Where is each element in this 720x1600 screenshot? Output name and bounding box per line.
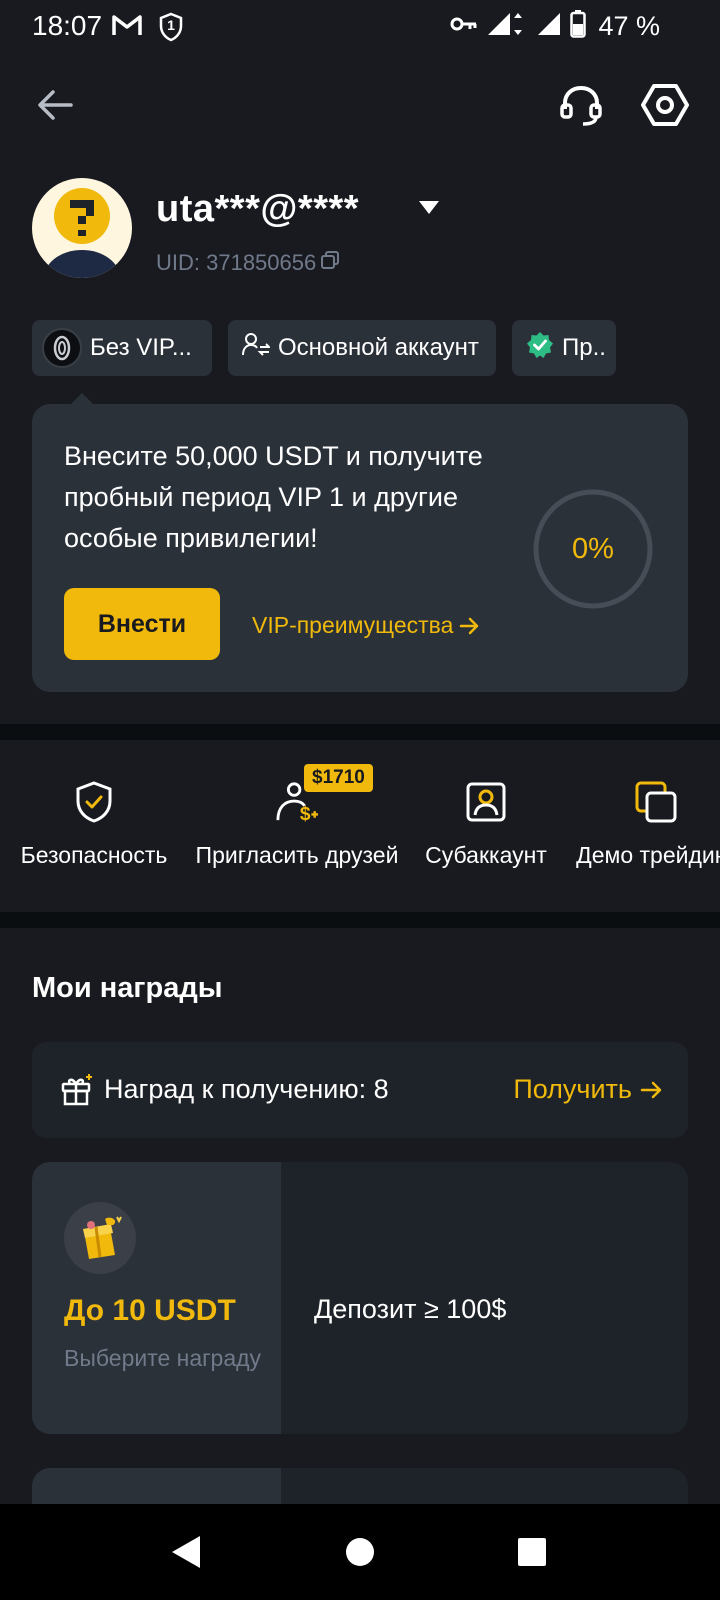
hexagon-settings-icon: [641, 84, 689, 126]
verified-check-icon: [526, 331, 554, 366]
invite-label: Пригласить друзей: [195, 842, 399, 868]
nav-home-button[interactable]: [340, 1532, 380, 1572]
signal-icon: [486, 11, 528, 42]
settings-button[interactable]: [640, 80, 690, 130]
status-bar: 18:07 1 47 %: [0, 0, 720, 56]
reward-condition: Депозит ≥ 100$: [314, 1294, 507, 1324]
gift-icon: [60, 1072, 94, 1111]
demo-trading-icon: [634, 780, 678, 824]
chip-account[interactable]: Основной аккаунт: [228, 320, 496, 376]
copy-icon[interactable]: [320, 250, 340, 276]
chip-verified-label: Пр..: [562, 334, 606, 361]
status-time: 18:07: [32, 10, 103, 41]
support-button[interactable]: [556, 80, 606, 130]
chip-account-label: Основной аккаунт: [278, 334, 479, 361]
vpn-key-icon: [450, 16, 478, 37]
shield-number: 1: [167, 17, 175, 33]
shield-number-icon: 1: [158, 12, 184, 42]
chip-vip-label: Без VIP...: [90, 334, 192, 361]
status-system-icons: 47 %: [450, 10, 660, 43]
status-notification-icons: 1: [112, 12, 184, 42]
arrow-left-icon: [38, 90, 73, 120]
reward-card-left: До 10 USDT Выберите награду: [32, 1162, 281, 1434]
nav-recents-button[interactable]: [512, 1532, 552, 1572]
reward-card[interactable]: До 10 USDT Выберите награду Депозит ≥ 10…: [32, 1162, 688, 1434]
nav-back-button[interactable]: [166, 1532, 206, 1572]
vip-badge-icon: [42, 328, 82, 368]
reward-subtitle: Выберите награду: [64, 1345, 262, 1371]
arrow-right-icon: [640, 1081, 662, 1098]
vip-benefits-link[interactable]: VIP-преимущества: [252, 612, 479, 639]
security-action[interactable]: Безопасность: [16, 780, 172, 869]
claim-rewards-row[interactable]: Наград к получению: 8 Получить: [32, 1042, 688, 1138]
claim-link[interactable]: Получить: [513, 1074, 662, 1105]
account-chips: Без VIP... Основной аккаунт Пр..: [32, 320, 616, 376]
claim-link-label: Получить: [513, 1074, 632, 1104]
system-nav-bar: [0, 1504, 720, 1600]
claim-count-text: Наград к получению: 8: [104, 1074, 389, 1104]
user-switch-icon: [242, 332, 272, 365]
square-recents-icon: [518, 1538, 546, 1566]
vip-promo-card: Внесите 50,000 USDT и получите пробный п…: [32, 404, 688, 692]
arrow-right-icon: [460, 617, 479, 634]
invite-action[interactable]: $ Пригласить друзей: [186, 780, 408, 869]
rewards-title: Мои награды: [32, 972, 223, 1004]
gmail-icon: [112, 13, 142, 42]
vip-benefits-label: VIP-преимущества: [252, 612, 454, 638]
chip-vip[interactable]: Без VIP...: [32, 320, 212, 376]
uid-row: UID: 371850656: [156, 250, 340, 276]
avatar[interactable]: [32, 178, 132, 278]
headset-icon: [560, 85, 602, 126]
triangle-back-icon: [172, 1536, 200, 1568]
section-divider: [0, 912, 720, 928]
invite-bonus-badge: $1710: [304, 764, 373, 792]
caret-down-icon[interactable]: [418, 199, 440, 220]
deposit-button[interactable]: Внести: [64, 588, 220, 660]
subaccount-action[interactable]: Субаккаунт: [418, 780, 554, 869]
username[interactable]: uta***@****: [156, 188, 359, 231]
signal-icon-2: [536, 11, 562, 42]
chip-verified[interactable]: Пр..: [512, 320, 616, 376]
battery-icon: [570, 10, 587, 43]
reward-amount: До 10 USDT: [64, 1294, 236, 1327]
progress-percent: 0%: [572, 532, 614, 565]
demo-trading-action[interactable]: Демо трейдинг: [566, 780, 720, 869]
svg-text:$: $: [300, 804, 311, 823]
uid-text: UID: 371850656: [156, 250, 317, 275]
avatar-placeholder-icon: [44, 188, 120, 278]
security-label: Безопасность: [20, 842, 168, 868]
section-divider: [0, 724, 720, 740]
vip-promo-text: Внесите 50,000 USDT и получите пробный п…: [64, 441, 483, 553]
back-button[interactable]: [30, 80, 80, 130]
battery-percent: 47 %: [598, 11, 660, 41]
circle-home-icon: [346, 1538, 374, 1566]
gift-box-icon: [64, 1202, 136, 1274]
shield-check-icon: [72, 780, 116, 824]
demo-trading-label: Демо трейдинг: [576, 842, 720, 868]
subaccount-label: Субаккаунт: [425, 842, 547, 868]
subaccount-icon: [464, 780, 508, 824]
